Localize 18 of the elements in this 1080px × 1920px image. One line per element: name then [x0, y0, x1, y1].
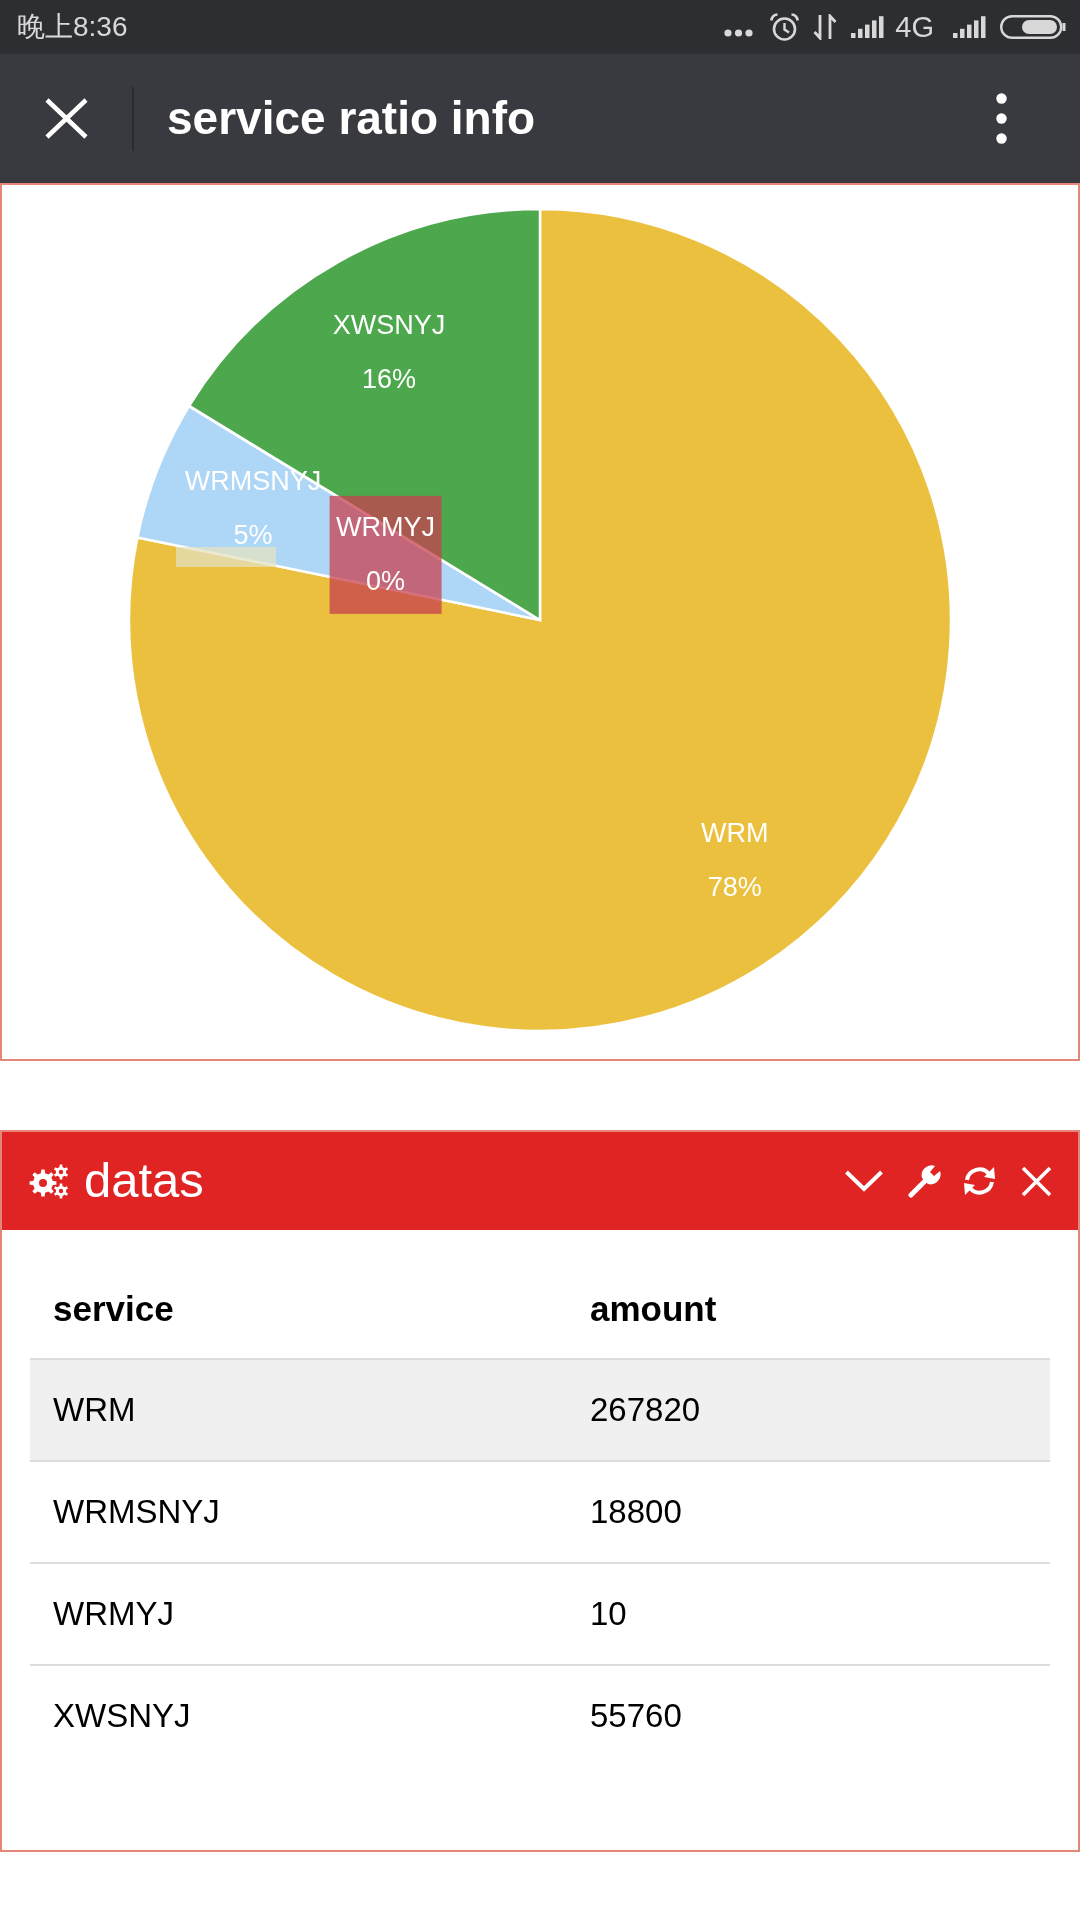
- slice-label: WRMSNYJ: [184, 466, 322, 497]
- panel-title: datas: [84, 1154, 204, 1208]
- slice-label: WRMYJ: [336, 511, 436, 542]
- slice-percent: 78%: [707, 871, 762, 902]
- status-time: 晚上8:36: [17, 13, 128, 41]
- table-cell: 267820: [567, 1359, 1050, 1461]
- table-cell: WRM: [30, 1359, 567, 1461]
- slice-percent: 16%: [362, 364, 417, 395]
- slice-label: XWSNYJ: [332, 310, 446, 341]
- table-cell: 10: [567, 1563, 1050, 1665]
- slice-percent: 5%: [233, 520, 273, 551]
- table-cell: 18800: [567, 1461, 1050, 1563]
- window-title: service ratio info: [167, 93, 536, 144]
- table-cell: WRMSNYJ: [30, 1461, 567, 1563]
- table-cell: WRMYJ: [30, 1563, 567, 1665]
- slice-percent: 0%: [366, 565, 406, 596]
- slice-label: WRM: [701, 817, 769, 848]
- network-type: 4G: [895, 12, 934, 42]
